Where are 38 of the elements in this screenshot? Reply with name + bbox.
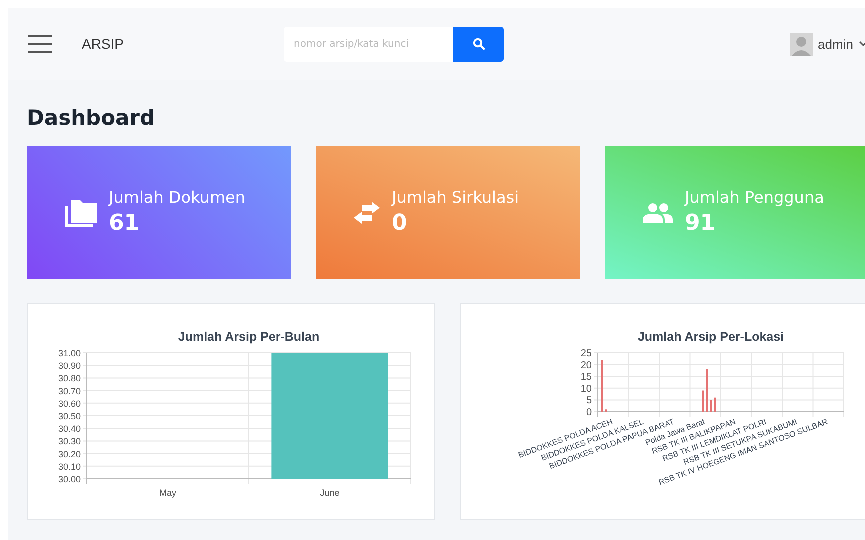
y-tick-label: 0 — [586, 408, 592, 418]
stat-value: 0 — [392, 210, 408, 238]
x-axis-label: June — [320, 488, 340, 498]
chart-title: Jumlah Arsip Per-Lokasi — [638, 330, 784, 344]
y-tick-label: 30.80 — [58, 374, 81, 384]
search-icon — [472, 38, 485, 50]
y-tick-label: 30.40 — [58, 424, 81, 434]
y-tick-label: 31.00 — [58, 348, 81, 358]
stat-label: Jumlah Pengguna — [685, 186, 824, 208]
stat-value: 61 — [109, 210, 141, 238]
search-button[interactable] — [453, 26, 504, 62]
stat-value: 91 — [685, 210, 717, 238]
y-tick-label: 20 — [580, 360, 592, 372]
folder-stack-icon — [65, 198, 97, 226]
stat-label: Jumlah Dokumen — [109, 186, 246, 208]
brand-name[interactable]: ARSIP — [82, 36, 124, 52]
menu-icon[interactable] — [28, 35, 52, 53]
y-tick-label: 5 — [586, 396, 592, 407]
search-field[interactable]: nomor arsip/kata kunci — [284, 26, 454, 62]
user-menu-link[interactable]: admin — [818, 36, 854, 52]
x-axis-label: May — [160, 488, 176, 498]
y-tick-label: 15 — [580, 372, 592, 384]
y-tick-label: 30.60 — [58, 398, 81, 409]
page-title: Dashboard — [27, 105, 156, 132]
y-tick-label: 30.70 — [58, 386, 81, 396]
y-tick-label: 30.20 — [58, 449, 81, 460]
avatar-icon — [790, 32, 814, 56]
y-tick-label: 10 — [580, 384, 592, 395]
y-tick-label: 30.30 — [58, 436, 81, 447]
users-icon — [643, 202, 673, 222]
y-tick-label: 30.90 — [58, 361, 81, 372]
y-tick-label: 30.00 — [58, 474, 81, 484]
y-tick-label: 30.10 — [58, 462, 81, 472]
chart-title: Jumlah Arsip Per-Bulan — [178, 330, 320, 344]
stat-label: Jumlah Sirkulasi — [392, 186, 520, 208]
y-tick-label: 25 — [580, 348, 592, 360]
y-tick-label: 30.50 — [58, 412, 81, 422]
exchange-arrows-icon — [354, 202, 380, 224]
